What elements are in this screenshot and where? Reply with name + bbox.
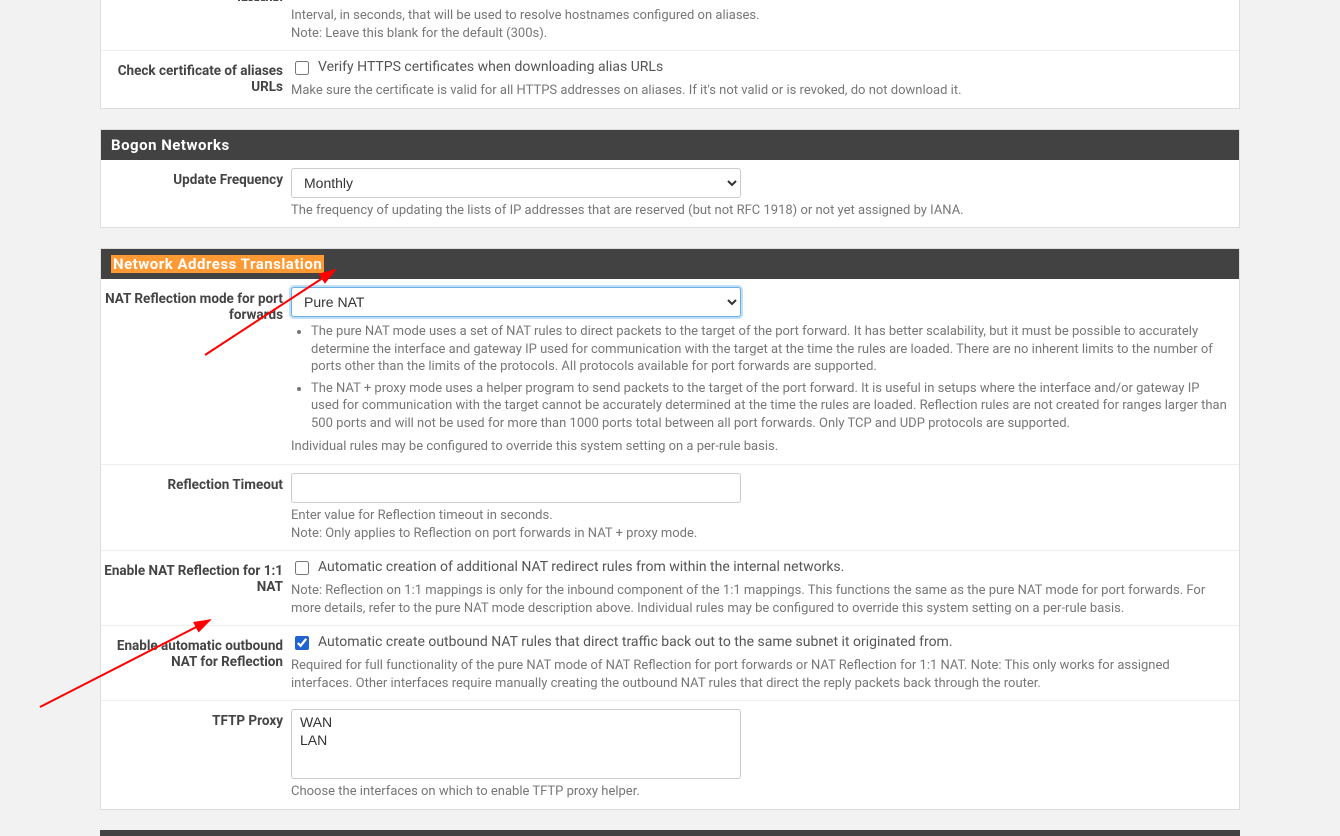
option-lan[interactable]: LAN bbox=[296, 731, 736, 749]
bullet-pure-nat: The pure NAT mode uses a set of NAT rule… bbox=[311, 323, 1229, 376]
option-wan[interactable]: WAN bbox=[296, 713, 736, 731]
input-reflection-timeout[interactable] bbox=[291, 473, 741, 503]
label-auto-outbound: Enable automatic outbound NAT for Reflec… bbox=[101, 634, 291, 692]
bogon-panel: Bogon Networks Update Frequency Monthly … bbox=[100, 129, 1240, 229]
label-aliases-cert-text: Verify HTTPS certificates when downloadi… bbox=[318, 59, 663, 75]
heading-bogon: Bogon Networks bbox=[101, 130, 1239, 160]
help-aliases-cert: Make sure the certificate is valid for a… bbox=[291, 82, 1229, 100]
heading-nat-text: Network Address Translation bbox=[111, 255, 324, 273]
row-nat-reflection-mode: NAT Reflection mode for port forwards Pu… bbox=[101, 279, 1239, 465]
checkbox-aliases-cert-wrapper[interactable]: Verify HTTPS certificates when downloadi… bbox=[291, 59, 1229, 78]
help-timeout-2: Note: Only applies to Reflection on port… bbox=[291, 525, 1229, 543]
select-tftp-proxy[interactable]: WAN LAN bbox=[291, 709, 741, 779]
label-tftp-proxy: TFTP Proxy bbox=[101, 709, 291, 801]
help-interval-1: Interval, in seconds, that will be used … bbox=[291, 7, 1229, 25]
list-reflection-modes: The pure NAT mode uses a set of NAT rule… bbox=[311, 323, 1229, 432]
checkbox-auto-outbound-wrapper[interactable]: Automatic create outbound NAT rules that… bbox=[291, 634, 1229, 653]
label-bogon-freq: Update Frequency bbox=[101, 168, 291, 220]
checkbox-enable-11[interactable] bbox=[295, 561, 309, 575]
bullet-nat-proxy: The NAT + proxy mode uses a helper progr… bbox=[311, 380, 1229, 433]
nat-panel: Network Address Translation NAT Reflecti… bbox=[100, 248, 1240, 810]
help-tftp: Choose the interfaces on which to enable… bbox=[291, 783, 1229, 801]
help-auto-outbound: Required for full functionality of the p… bbox=[291, 657, 1229, 692]
help-interval-2: Note: Leave this blank for the default (… bbox=[291, 25, 1229, 43]
label-aliases-cert: Check certificate of aliases URLs bbox=[101, 59, 291, 100]
label-reflection-timeout: Reflection Timeout bbox=[101, 473, 291, 542]
help-enable-11: Note: Reflection on 1:1 mappings is only… bbox=[291, 582, 1229, 617]
next-panel-stub bbox=[100, 830, 1240, 836]
label-enable-11-nat: Enable NAT Reflection for 1:1 NAT bbox=[101, 559, 291, 617]
row-aliases-cert: Check certificate of aliases URLs Verify… bbox=[101, 51, 1239, 108]
help-reflection-mode: Individual rules may be configured to ov… bbox=[291, 438, 1229, 456]
select-bogon-freq[interactable]: Monthly bbox=[291, 168, 741, 198]
row-bogon-freq: Update Frequency Monthly The frequency o… bbox=[101, 160, 1239, 228]
label-enable-11-text: Automatic creation of additional NAT red… bbox=[318, 559, 844, 575]
select-nat-reflection-mode[interactable]: Pure NAT bbox=[291, 287, 741, 317]
row-enable-11-nat: Enable NAT Reflection for 1:1 NAT Automa… bbox=[101, 551, 1239, 626]
label-auto-outbound-text: Automatic create outbound NAT rules that… bbox=[318, 634, 953, 650]
aliases-panel: Interval Interval, in seconds, that will… bbox=[100, 0, 1240, 109]
row-tftp-proxy: TFTP Proxy WAN LAN Choose the interfaces… bbox=[101, 701, 1239, 809]
heading-nat: Network Address Translation bbox=[101, 249, 1239, 279]
row-reflection-timeout: Reflection Timeout Enter value for Refle… bbox=[101, 465, 1239, 551]
row-auto-outbound: Enable automatic outbound NAT for Reflec… bbox=[101, 626, 1239, 701]
checkbox-enable-11-wrapper[interactable]: Automatic creation of additional NAT red… bbox=[291, 559, 1229, 578]
checkbox-aliases-cert[interactable] bbox=[295, 61, 309, 75]
help-bogon-freq: The frequency of updating the lists of I… bbox=[291, 202, 1229, 220]
label-aliases-interval: Interval bbox=[101, 0, 291, 1]
help-timeout-1: Enter value for Reflection timeout in se… bbox=[291, 507, 1229, 525]
checkbox-auto-outbound[interactable] bbox=[295, 636, 309, 650]
label-nat-reflection-mode: NAT Reflection mode for port forwards bbox=[101, 287, 291, 456]
row-aliases-interval: Interval Interval, in seconds, that will… bbox=[101, 0, 1239, 51]
